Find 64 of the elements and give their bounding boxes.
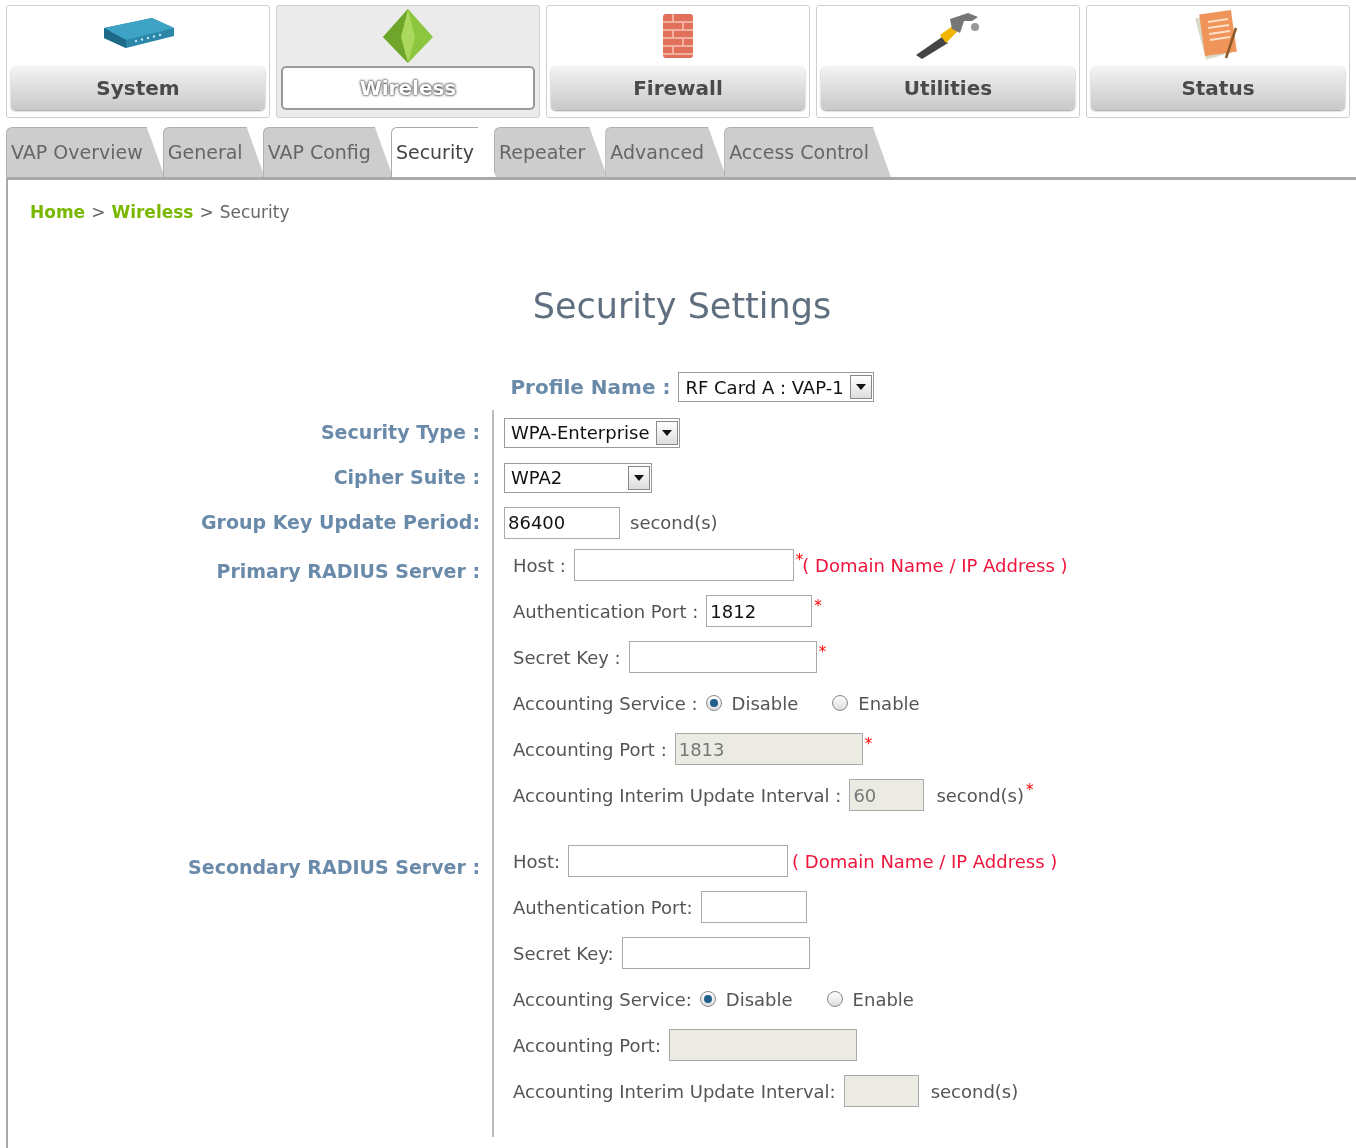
radio-button[interactable] [826,991,843,1007]
menu-button[interactable]: Utilities [821,66,1075,110]
tab[interactable]: Advanced [605,127,727,177]
radio-option[interactable]: Enable [826,985,914,1013]
tab[interactable]: VAP Config [262,127,393,177]
required-mark: * [864,734,873,755]
radio-option[interactable]: Disable [705,689,799,717]
field-label: Security Type : [320,420,480,446]
radio-button[interactable] [699,991,716,1007]
unit-label: second(s) [630,511,718,535]
required-mark: * [795,550,804,569]
field-label: Accounting Port : [513,737,667,762]
hint-text: ( Domain Name / IP Address ) [792,849,1058,874]
field-label: Accounting Service : [513,691,698,716]
field-label: Accounting Interim Update Interval: [513,1079,836,1104]
field-label: Host : [513,553,566,578]
page-title: Security Settings [531,284,833,328]
field-label: Authentication Port: [513,895,693,920]
radio-button[interactable] [832,695,849,711]
field-label: Cipher Suite : [333,465,480,491]
tab[interactable]: General [162,127,265,177]
required-mark: * [814,596,822,617]
field-label: Group Key Update Period: [200,510,480,536]
field-label: Host: [513,849,561,874]
field-label: Profile Name : [510,374,671,401]
required-mark: * [1026,780,1034,801]
radio-option[interactable]: Disable [699,985,793,1013]
input-field[interactable] [621,937,810,969]
tab[interactable]: Repeater [493,127,608,177]
radio-button[interactable] [705,695,722,711]
input-field[interactable] [573,549,794,581]
field-label: Secret Key: [513,941,614,966]
field-label: Primary RADIUS Server : [216,559,480,584]
tab[interactable]: Security [390,127,496,177]
field-label: Accounting Interim Update Interval : [513,783,842,808]
field-label: Authentication Port : [513,599,699,624]
pyramid-icon [381,7,435,65]
unit-label: second(s) [936,783,1024,808]
input-field[interactable] [568,845,789,877]
tab[interactable]: Access Control [724,127,891,177]
menu-button[interactable]: Status [1091,66,1345,110]
menu-button[interactable]: Firewall [551,66,805,110]
unit-label: second(s) [930,1079,1019,1104]
required-mark: * [818,642,827,663]
input-field[interactable]: 86400 [504,506,620,539]
profile-select[interactable]: RF Card A : VAP-1 [678,372,874,402]
menu-button[interactable]: Wireless [281,66,535,110]
field-label: Secondary RADIUS Server : [188,855,480,880]
input-field[interactable] [628,641,817,673]
field-label: Secret Key : [513,645,621,670]
tab[interactable]: VAP Overview [6,127,165,177]
dropdown[interactable]: WPA2 [504,462,652,493]
brick-wall-icon [661,12,695,60]
breadcrumb-separator: > [199,201,214,224]
input-field[interactable]: 1812 [706,595,813,627]
breadcrumb-current: Security [219,201,290,224]
radio-option[interactable]: Enable [832,689,920,717]
input-field[interactable] [700,891,807,923]
field-label: Accounting Port: [513,1033,661,1058]
breadcrumb-separator: > [91,201,106,224]
menu-button[interactable]: System [11,66,265,110]
hint-text: ( Domain Name / IP Address ) [802,554,1068,578]
field-label: Accounting Service: [513,987,692,1012]
dropdown[interactable]: WPA-Enterprise [504,417,680,448]
